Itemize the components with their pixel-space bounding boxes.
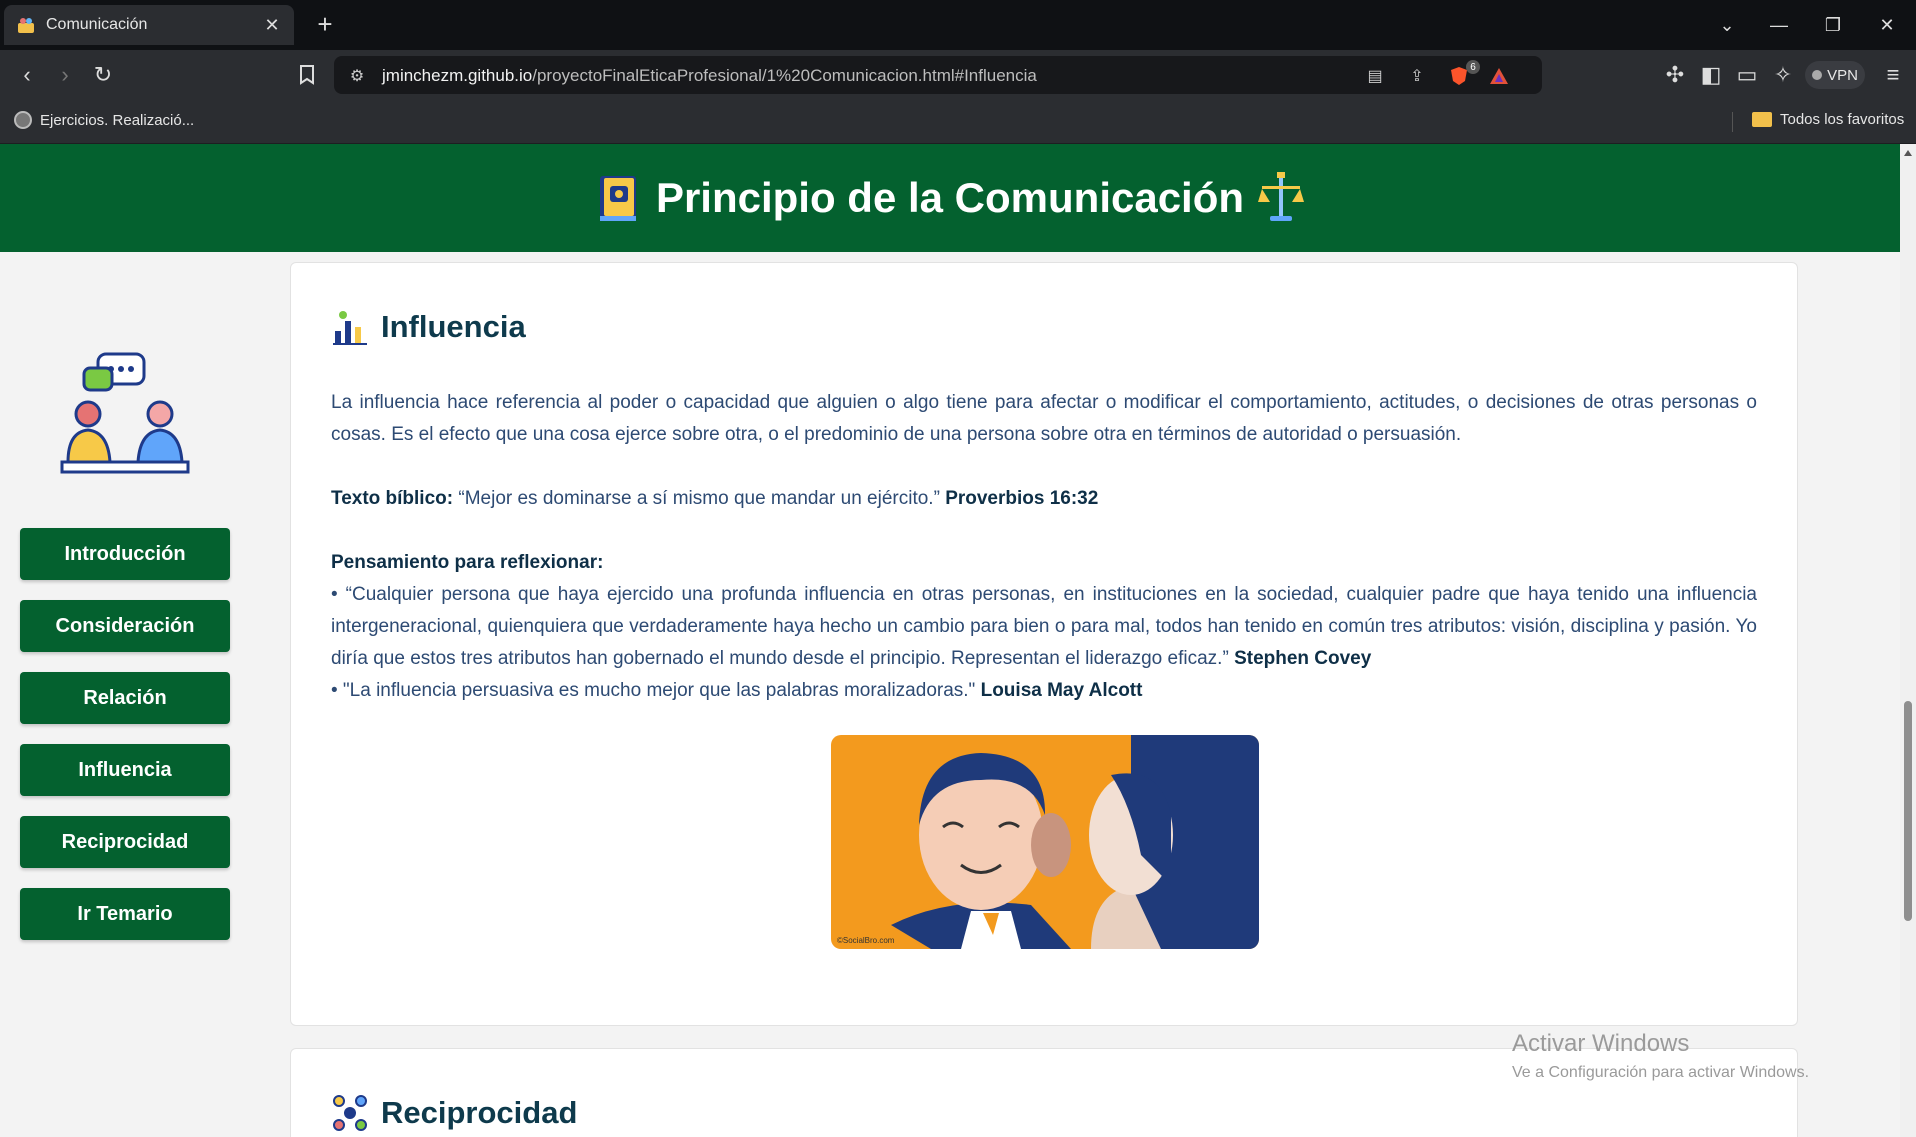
sidebar-item-introduccion[interactable]: Introducción (20, 528, 230, 580)
page-scrollbar[interactable] (1900, 144, 1916, 1137)
section-title: Influencia (381, 309, 526, 344)
minimize-button[interactable]: — (1764, 10, 1794, 40)
reload-icon[interactable]: ↻ (88, 60, 118, 90)
browser-tab[interactable]: Comunicación ✕ (4, 5, 294, 45)
leo-ai-icon[interactable]: ✧ (1768, 60, 1798, 90)
bible-quote: “Mejor es dominarse a sí mismo que manda… (453, 488, 946, 509)
quote-alcott: • "La influencia persuasiva es mucho mej… (331, 680, 981, 701)
image-credit: ©SocialBro.com (837, 936, 895, 945)
tab-favicon-icon (18, 18, 34, 33)
back-icon[interactable]: ‹ (12, 60, 42, 90)
all-bookmarks-button[interactable]: Todos los favoritos (1752, 111, 1904, 128)
bookmark-label: Ejercicios. Realizació... (40, 111, 195, 129)
shield-badge: 6 (1466, 60, 1480, 74)
section-title: Reciprocidad (381, 1095, 578, 1130)
bookmarks-divider (1732, 112, 1733, 132)
browser-toolbar: ‹ › ↻ ⚙ jminchezm.github.io/proyectoFina… (0, 50, 1916, 100)
page-viewport: Principio de la Comunicación Introducció… (0, 144, 1900, 1137)
bible-reference: Proverbios 16:32 (945, 488, 1099, 509)
quote-alcott-author: Louisa May Alcott (980, 680, 1143, 701)
tab-close-icon[interactable]: ✕ (262, 15, 282, 35)
bookmark-item[interactable]: Ejercicios. Realizació... (14, 111, 194, 129)
reader-mode-icon[interactable]: ▤ (1364, 65, 1386, 87)
watermark-title: Activar Windows (1512, 1030, 1690, 1057)
restore-button[interactable]: ❐ (1818, 10, 1848, 40)
sidebar-item-influencia[interactable]: Influencia (20, 744, 230, 796)
reflection-label: Pensamiento para reflexionar: (331, 552, 604, 573)
windows-activation-watermark: Activar Windows Ve a Configuración para … (1512, 1030, 1809, 1082)
site-settings-icon[interactable]: ⚙ (346, 65, 368, 87)
all-bookmarks-label: Todos los favoritos (1780, 111, 1905, 128)
bible-paragraph: Texto bíblico: “Mejor es dominarse a sí … (331, 483, 1757, 515)
influence-illustration: ©SocialBro.com (831, 735, 1259, 949)
folder-icon (1752, 112, 1772, 127)
menu-icon[interactable]: ≡ (1878, 60, 1908, 90)
bookmarks-bar: Ejercicios. Realizació... Todos los favo… (0, 100, 1916, 144)
section-heading: Influencia (331, 307, 526, 347)
new-tab-button[interactable]: + (312, 11, 338, 38)
url-path: /proyectoFinalEticaProfesional/1%20Comun… (532, 66, 1037, 85)
brave-rewards-icon[interactable] (1488, 65, 1510, 87)
sidebar-item-reciprocidad[interactable]: Reciprocidad (20, 816, 230, 868)
address-bar[interactable]: ⚙ jminchezm.github.io/proyectoFinalEtica… (334, 56, 1542, 94)
bible-label: Texto bíblico: (331, 488, 454, 509)
watermark-subtitle: Ve a Configuración para activar Windows. (1512, 1064, 1810, 1081)
book-icon (599, 176, 636, 221)
extensions-icon[interactable]: ✣ (1660, 60, 1690, 90)
sidebar-item-consideracion[interactable]: Consideración (20, 600, 230, 652)
vpn-button[interactable]: VPN (1805, 61, 1865, 89)
globe-icon (14, 111, 32, 129)
bookmark-icon[interactable] (292, 60, 322, 90)
section-heading: Reciprocidad (331, 1093, 577, 1133)
scroll-up-icon[interactable] (1904, 150, 1912, 156)
wallet-icon[interactable]: ▭ (1732, 60, 1762, 90)
tab-search-chevron-icon[interactable]: ⌄ (1712, 10, 1742, 40)
quote-covey: • “Cualquier persona que haya ejercido u… (331, 584, 1757, 669)
browser-titlebar: Comunicación ✕ + ⌄ — ❐ ✕ (0, 0, 1916, 50)
vpn-label: VPN (1827, 66, 1858, 84)
quote-covey-author: Stephen Covey (1234, 648, 1372, 669)
influencia-section-card: Influencia La influencia hace referencia… (290, 262, 1798, 1026)
tab-title: Comunicación (46, 16, 148, 33)
reflection-block: Pensamiento para reflexionar: • “Cualqui… (331, 547, 1757, 707)
url-text[interactable]: jminchezm.github.io/proyectoFinalEticaPr… (382, 66, 1037, 86)
scroll-thumb[interactable] (1904, 701, 1912, 921)
url-host: jminchezm.github.io (382, 66, 533, 85)
forward-icon[interactable]: › (50, 60, 80, 90)
sidebar-item-relacion[interactable]: Relación (20, 672, 230, 724)
influence-chart-icon (333, 311, 367, 345)
sidebar-item-ir-temario[interactable]: Ir Temario (20, 888, 230, 940)
share-icon[interactable]: ⇪ (1406, 65, 1428, 87)
page-header: Principio de la Comunicación (0, 144, 1900, 252)
vpn-status-icon (1812, 70, 1823, 80)
communication-illustration-icon (60, 352, 190, 474)
section-content: La influencia hace referencia al poder o… (331, 387, 1757, 707)
sidebar-toggle-icon[interactable]: ◧ (1696, 60, 1726, 90)
definition-paragraph: La influencia hace referencia al poder o… (331, 392, 1757, 445)
page-title: Principio de la Comunicación (655, 174, 1245, 221)
close-window-button[interactable]: ✕ (1872, 10, 1902, 40)
reciprocity-network-icon (333, 1095, 367, 1131)
justice-scale-icon (1258, 172, 1305, 221)
